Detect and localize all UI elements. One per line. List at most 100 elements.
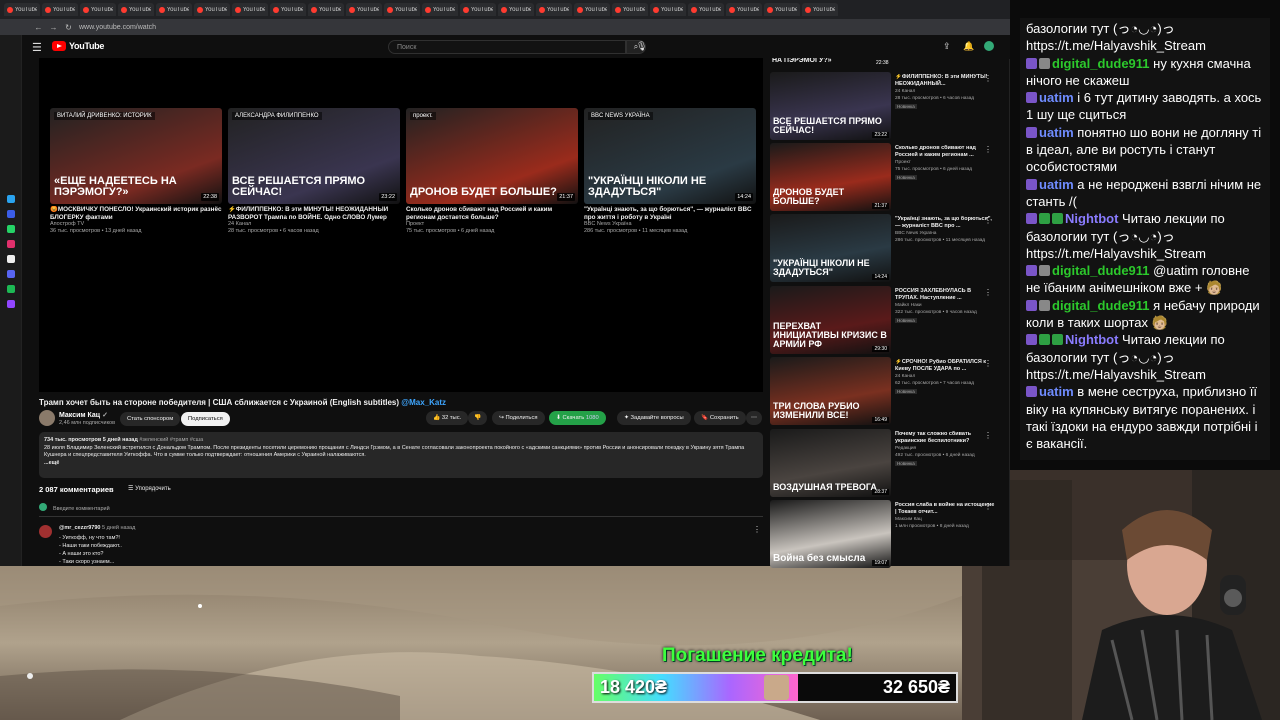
browser-tab[interactable]: YouTube (460, 3, 496, 16)
browser-tab[interactable]: YouTube (802, 3, 838, 16)
bookmark-icon: 🔖 (701, 415, 709, 421)
recommended-video[interactable]: ВСЕ РЕШАЕТСЯ ПРЯМО СЕЙЧАС! 23:22 ⚡ФИЛИППЕН… (770, 72, 1010, 140)
discord-icon[interactable] (6, 270, 15, 278)
recommended-video[interactable]: ТРИ СЛОВА РУБИО ИЗМЕНИЛИ ВСЕ! 16:49 ⚡СРОЧН… (770, 357, 1010, 425)
browser-tab[interactable]: YouTube (346, 3, 382, 16)
browser-tab[interactable]: YouTube (422, 3, 458, 16)
chat-username[interactable]: Nightbot (1065, 211, 1118, 226)
recommended-video[interactable]: Война без смысла 19:07 Россия слаба в войн… (770, 500, 1010, 568)
address-bar[interactable]: ← → ↻ www.youtube.com/watch (0, 19, 1010, 35)
browser-tab[interactable]: YouTube (270, 3, 306, 16)
browser-tab[interactable]: YouTube (688, 3, 724, 16)
browser-tab[interactable]: YouTube (118, 3, 154, 16)
mic-icon[interactable]: 🎙 (636, 41, 647, 52)
rec-kebab-icon[interactable]: ⋮ (984, 216, 992, 225)
url-text[interactable]: www.youtube.com/watch (79, 24, 156, 31)
bell-icon[interactable]: 🔔 (963, 41, 974, 52)
channel-avatar[interactable] (39, 410, 55, 426)
recommended-video[interactable]: НА ПЭРЭМОГУ?» 22:38 (770, 58, 1010, 70)
endscreen-video-card[interactable]: ВИТАЛИЙ ДРИВЕНКО: ИСТОРИК «ЕЩЕ НАДЕЕТЕСЬ … (50, 108, 222, 235)
spotify-icon[interactable] (6, 285, 15, 293)
comment-avatar[interactable] (39, 525, 52, 538)
rec-channel: Майкл Наки (895, 303, 922, 308)
browser-tab[interactable]: YouTube (498, 3, 534, 16)
rec-title: ⚡СРОЧНО! Рубио ОБРАТИЛСЯ к Киеву ПОСЛЕ У… (895, 359, 987, 372)
channel-name[interactable]: Максим Кац ✓ (59, 411, 108, 419)
x-icon[interactable] (6, 255, 15, 263)
more-actions-button[interactable]: ⋯ (746, 411, 762, 425)
recommended-video[interactable]: ВОЗДУШНАЯ ТРЕВОГА 28:37 Почему так сложно … (770, 429, 1010, 497)
upload-icon[interactable]: ⇪ (943, 41, 951, 52)
browser-tab[interactable]: YouTube (42, 3, 78, 16)
chat-badge-icon (1026, 178, 1037, 190)
desc-more-link[interactable]: ...ещё (44, 460, 59, 466)
recommended-video[interactable]: ПЕРЕХВАТ ИНИЦИАТИВЫ КРИЗИС В АРМИИ РФ 29:… (770, 286, 1010, 354)
video-duration: 16:49 (872, 417, 889, 423)
stream-overlay: YouTube YouTube YouTube YouTube YouTube YouTu… (0, 0, 1280, 720)
back-icon[interactable]: ← (34, 23, 43, 32)
menu-icon[interactable]: ☰ (32, 41, 42, 54)
sort-button[interactable]: ☰ Упорядочить (128, 485, 171, 492)
browser-tab[interactable]: YouTube (80, 3, 116, 16)
endscreen-video-card[interactable]: BBC NEWS УКРАЇНА "УКРАЇНЦІ НІКОЛИ НЕ ЗДАД… (584, 108, 756, 235)
browser-tab[interactable]: YouTube (194, 3, 230, 16)
account-avatar[interactable] (984, 41, 994, 51)
chat-username[interactable]: Nightbot (1065, 332, 1118, 347)
like-button[interactable]: 👍 32 тыс. (426, 411, 469, 425)
browser-tab[interactable]: YouTube (536, 3, 572, 16)
rec-kebab-icon[interactable]: ⋮ (984, 359, 992, 368)
youtube-logo[interactable]: YouTube (52, 41, 104, 51)
recommended-video[interactable]: "УКРАЇНЦІ НІКОЛИ НЕ ЗДАДУТЬСЯ" 14:24 "Укра… (770, 214, 1010, 282)
donation-goal-target: 32 650₴ (882, 677, 950, 697)
comment-kebab-icon[interactable]: ⋮ (753, 525, 761, 534)
share-button[interactable]: ↪ Поделиться (492, 411, 545, 425)
instagram-icon[interactable] (6, 240, 15, 248)
desc-tags[interactable]: #зеленский #трамп #сша (139, 437, 203, 443)
rec-kebab-icon[interactable]: ⋮ (984, 74, 992, 83)
whatsapp-icon[interactable] (6, 225, 15, 233)
chat-username[interactable]: digital_dude911 (1052, 56, 1150, 71)
browser-tab[interactable]: YouTube (232, 3, 268, 16)
browser-tab[interactable]: YouTube (156, 3, 192, 16)
messenger-icon[interactable] (6, 210, 15, 218)
browser-tab[interactable]: YouTube (574, 3, 610, 16)
add-comment-input[interactable]: Введите комментарий (39, 503, 763, 517)
subscribe-button[interactable]: Подписаться (181, 412, 230, 426)
endscreen-video-card[interactable]: проект. ДРОНОВ БУДЕТ БОЛЬШЕ? 21:37 Сколько … (406, 108, 578, 235)
rec-kebab-icon[interactable]: ⋮ (984, 502, 992, 511)
sponsor-button[interactable]: Стать спонсором (120, 412, 181, 426)
video-player[interactable]: ВИТАЛИЙ ДРИВЕНКО: ИСТОРИК «ЕЩЕ НАДЕЕТЕСЬ … (39, 58, 763, 392)
chat-username[interactable]: uatim (1039, 384, 1074, 399)
rec-kebab-icon[interactable]: ⋮ (984, 431, 992, 440)
chat-username[interactable]: uatim (1039, 125, 1074, 140)
browser-tab[interactable]: YouTube (726, 3, 762, 16)
comment-author[interactable]: @mr_cezzr9790 (59, 525, 100, 531)
rec-channel: Редакция (895, 446, 917, 451)
save-button[interactable]: 🔖 Сохранить (694, 411, 746, 425)
browser-tab[interactable]: YouTube (384, 3, 420, 16)
endscreen-video-card[interactable]: АЛЕКСАНДРА ФИЛИППЕНКО ВСЕ РЕШАЕТСЯ ПРЯМО … (228, 108, 400, 235)
rec-kebab-icon[interactable]: ⋮ (984, 145, 992, 154)
reload-icon[interactable]: ↻ (64, 23, 73, 32)
browser-tab[interactable]: YouTube (764, 3, 800, 16)
browser-tab[interactable]: YouTube (4, 3, 40, 16)
search-input[interactable]: Поиск (388, 40, 626, 54)
browser-tab[interactable]: YouTube (612, 3, 648, 16)
ask-button[interactable]: ✦ Задавайте вопросы (617, 411, 691, 425)
forward-icon[interactable]: → (49, 23, 58, 32)
chat-badge-icon (1039, 265, 1050, 277)
chat-username[interactable]: uatim (1039, 90, 1074, 105)
browser-tab[interactable]: YouTube (650, 3, 686, 16)
chat-username[interactable]: digital_dude911 (1052, 263, 1150, 278)
chat-username[interactable]: uatim (1039, 177, 1074, 192)
recommended-video[interactable]: ДРОНОВ БУДЕТ БОЛЬШЕ? 21:37 Сколько дронов … (770, 143, 1010, 211)
video-description[interactable]: 734 тыс. просмотров 5 дней назад #зеленс… (39, 432, 763, 478)
telegram-icon[interactable] (6, 195, 15, 203)
twitch-icon[interactable] (6, 300, 15, 308)
chat-username[interactable]: digital_dude911 (1052, 298, 1150, 313)
browser-tab[interactable]: YouTube (308, 3, 344, 16)
video-title-handle[interactable]: @Max_Katz (401, 398, 446, 407)
download-button[interactable]: ⬇ Скачать 1080 (549, 411, 606, 425)
dislike-button[interactable]: 👎 (468, 411, 488, 425)
rec-kebab-icon[interactable]: ⋮ (984, 288, 992, 297)
